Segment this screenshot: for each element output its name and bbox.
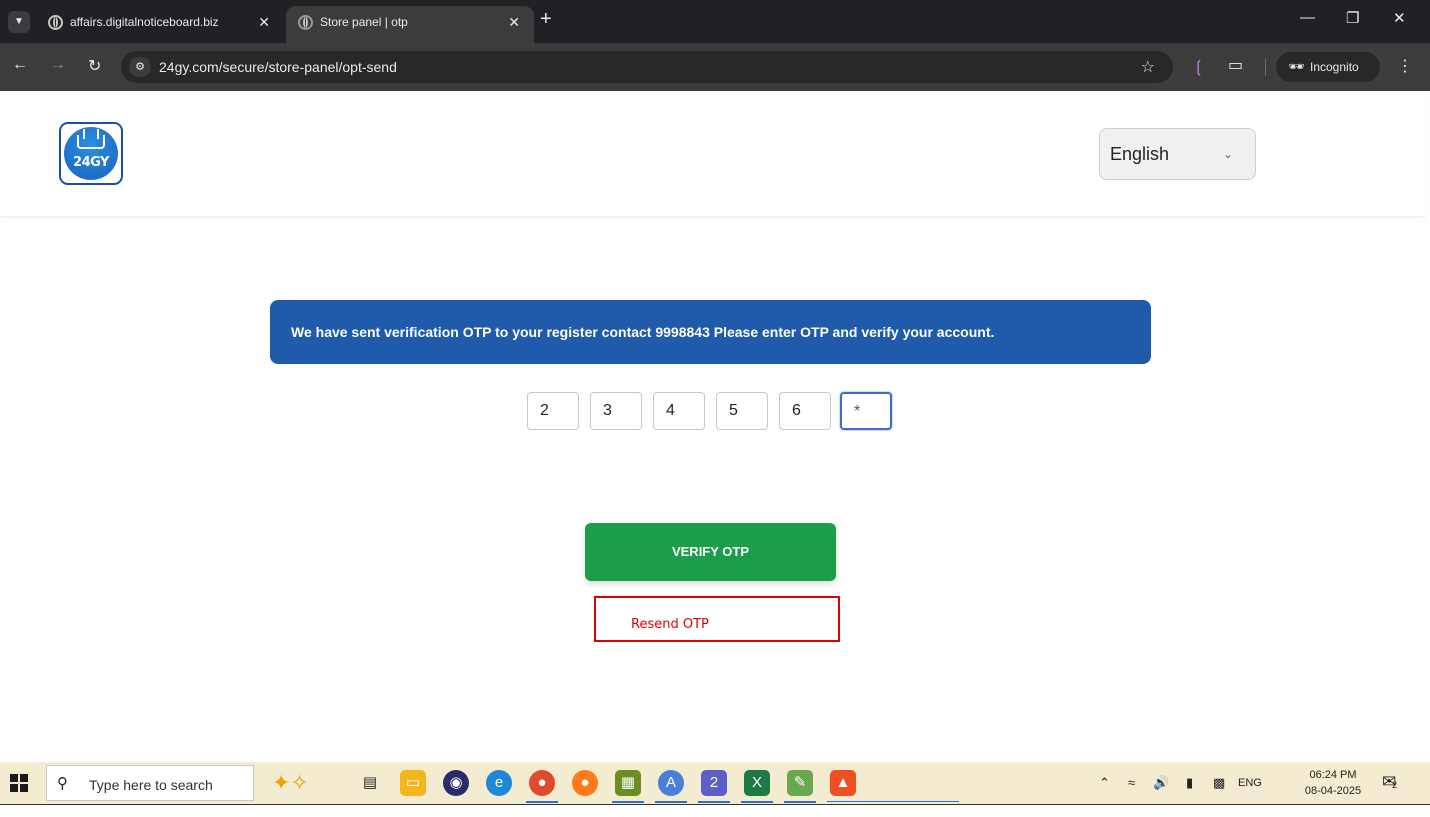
globe-icon (48, 15, 63, 30)
notification-icon[interactable]: ✉ 2 (1382, 772, 1398, 792)
edge-icon[interactable]: e (486, 770, 512, 796)
otp-digit-1[interactable]: 2 (527, 392, 579, 430)
resend-otp-highlight: Resend OTP (594, 596, 840, 642)
app-active-indicator (655, 801, 687, 803)
extensions-puzzle-icon[interactable]: ▭ (1228, 55, 1243, 75)
windows-taskbar: ⚲ Type here to search ✦✧ ▤ ▭ ◉ e ● ● ▦ A… (0, 762, 1430, 804)
otp-digit-2[interactable]: 3 (590, 392, 642, 430)
toolbar-divider (1265, 58, 1266, 76)
eclipse-icon[interactable]: ◉ (443, 770, 469, 796)
browser-tab-strip: ▼ affairs.digitalnoticeboard.biz ✕ Store… (0, 0, 1430, 43)
site-logo[interactable]: 24GY (59, 122, 123, 185)
firefox-icon[interactable]: ● (572, 770, 598, 796)
app-active-indicator (741, 801, 773, 803)
address-bar[interactable]: ⚙ 24gy.com/secure/store-panel/opt-send ☆ (121, 51, 1173, 83)
otp-digit-4[interactable]: 5 (716, 392, 768, 430)
reload-icon[interactable]: ↻ (88, 56, 101, 76)
forward-icon[interactable]: → (50, 56, 66, 74)
incognito-icon: 🕶 (1288, 59, 1305, 74)
back-icon[interactable]: ← (12, 56, 28, 74)
excel-icon[interactable]: X (744, 770, 770, 796)
volume-icon[interactable]: 🔊 (1153, 775, 1169, 791)
bookmark-star-icon[interactable]: ☆ (1141, 57, 1155, 77)
window-close-icon[interactable]: ✕ (1393, 9, 1406, 27)
resend-otp-link[interactable]: Resend OTP (631, 617, 709, 632)
teams-badge: 2 (709, 774, 719, 791)
app-active-indicator (784, 801, 816, 803)
site-header: 24GY English ⌄ (0, 91, 1425, 217)
chrome-icon[interactable]: ● (529, 770, 555, 796)
language-indicator[interactable]: ENG (1238, 777, 1262, 789)
tab-affairs[interactable]: affairs.digitalnoticeboard.biz ✕ (36, 6, 284, 43)
screen-edge (0, 804, 1430, 817)
notepad-icon[interactable]: ✎ (787, 770, 813, 796)
notification-badge: 2 (1392, 780, 1398, 790)
logo-badge: 24GY (64, 127, 118, 180)
extension-feather-icon[interactable]: ❲ (1192, 57, 1205, 77)
browser-menu-icon[interactable]: ⋮ (1397, 56, 1413, 76)
language-selected: English (1110, 144, 1170, 164)
search-icon: ⚲ (57, 775, 68, 792)
logo-text: 24GY (73, 155, 109, 170)
browser-toolbar: ← → ↻ ⚙ 24gy.com/secure/store-panel/opt-… (0, 43, 1430, 91)
chevron-down-icon: ⌄ (1222, 147, 1233, 161)
url-text[interactable]: 24gy.com/secure/store-panel/opt-send (159, 59, 397, 75)
otp-digit-6[interactable]: * (840, 392, 892, 430)
otp-digit-5[interactable]: 6 (779, 392, 831, 430)
tray-chevron-up-icon[interactable]: ⌃ (1099, 775, 1110, 791)
tab-close-icon[interactable]: ✕ (258, 6, 270, 38)
incognito-label: Incognito (1310, 60, 1359, 74)
clock-date: 08-04-2025 (1304, 785, 1362, 797)
teams-icon[interactable]: 2 (701, 770, 727, 796)
task-view-icon[interactable]: ▤ (357, 770, 383, 796)
otp-digit-3[interactable]: 4 (653, 392, 705, 430)
battery-icon[interactable]: ▮ (1186, 775, 1193, 791)
otp-input-group: 2 3 4 5 6 * (527, 392, 895, 431)
tab-search-chevron-icon[interactable]: ▼ (8, 11, 30, 33)
basket-icon (77, 135, 105, 149)
taskbar-indicator (827, 801, 959, 802)
clock-time: 06:24 PM (1309, 769, 1357, 781)
otp-info-alert: We have sent verification OTP to your re… (270, 300, 1151, 364)
file-explorer-icon[interactable]: ▭ (400, 770, 426, 796)
language-select[interactable]: English ⌄ (1099, 128, 1256, 180)
tab-title: affairs.digitalnoticeboard.biz (70, 15, 219, 29)
copilot-sparkle-icon[interactable]: ✦✧ (272, 770, 309, 796)
taskbar-search-placeholder: Type here to search (89, 777, 213, 793)
tab-store-panel[interactable]: Store panel | otp ✕ (286, 6, 534, 43)
taskbar-search[interactable]: ⚲ Type here to search (46, 765, 254, 801)
windows-start-icon[interactable] (10, 774, 28, 792)
tab-close-icon[interactable]: ✕ (508, 6, 520, 38)
wifi-icon[interactable]: ≈ (1128, 775, 1135, 790)
minimize-icon[interactable]: — (1300, 9, 1315, 26)
app-a-icon[interactable]: A (658, 770, 684, 796)
ime-icon[interactable]: ▩ (1213, 775, 1225, 791)
verify-otp-button[interactable]: VERIFY OTP (585, 523, 836, 581)
taskbar-clock[interactable]: 06:24 PM 08-04-2025 (1302, 767, 1364, 799)
chrome-active-indicator (526, 801, 558, 803)
restore-icon[interactable]: ❐ (1346, 9, 1359, 27)
globe-icon (298, 15, 313, 30)
task-manager-icon[interactable]: ▦ (615, 770, 641, 796)
site-info-icon[interactable]: ⚙ (129, 57, 151, 77)
incognito-badge[interactable]: 🕶 Incognito (1276, 52, 1380, 82)
app-active-indicator (698, 801, 730, 803)
new-tab-icon[interactable]: + (540, 8, 552, 31)
app-active-indicator (612, 801, 644, 803)
brave-icon[interactable]: ▲ (830, 770, 856, 796)
tab-title: Store panel | otp (320, 15, 408, 29)
